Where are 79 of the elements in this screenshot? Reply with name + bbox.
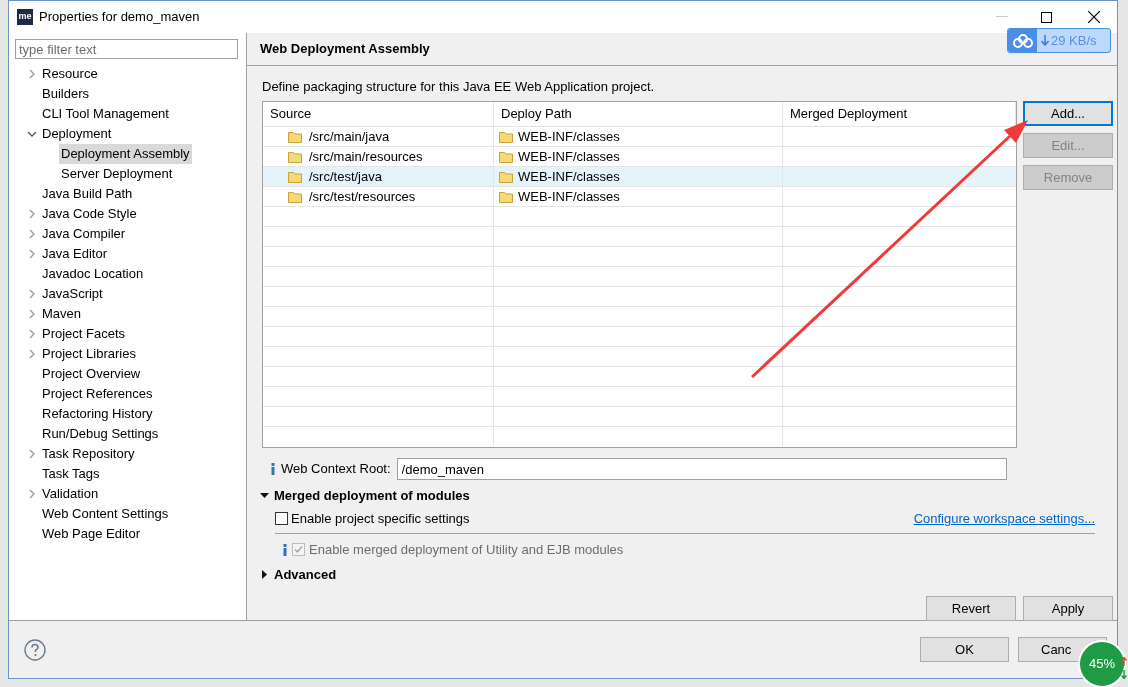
folder-icon [288,150,302,163]
tree-item[interactable]: Java Editor [40,244,110,264]
window-title: Properties for demo_maven [39,8,200,27]
tree-item[interactable]: Web Page Editor [40,524,143,544]
folder-icon [288,190,302,203]
expanded-triangle-icon[interactable] [260,491,269,501]
page-title: Web Deployment Assembly [260,40,430,59]
tree-item[interactable]: Java Build Path [40,184,135,204]
minimize-icon[interactable] [996,16,1008,18]
dialog-button[interactable]: Revert [926,596,1016,621]
table-cell-text: /src/main/resources [309,147,423,166]
tree-item[interactable]: Java Code Style [40,204,139,224]
download-speed: 29 KB/s [1051,31,1097,50]
tree-item[interactable]: Project Libraries [40,344,138,364]
tree-item[interactable]: Project Overview [40,364,143,384]
help-icon[interactable] [24,638,46,661]
download-arrow-icon [1041,35,1049,46]
app-logo: me [17,9,33,25]
checkbox-label: Enable merged deployment of Utility and EJB modules [309,541,624,559]
tree-item[interactable]: Task Repository [40,444,137,464]
column-header[interactable]: Source [263,102,494,126]
tree-item[interactable]: Validation [40,484,101,504]
tree-item[interactable]: Task Tags [40,464,102,484]
chevron-right-icon[interactable] [27,489,37,499]
dialog-button[interactable]: Apply [1023,596,1113,621]
table-cell-text: WEB-INF/classes [518,187,620,206]
tree-item[interactable]: Project References [40,384,155,404]
close-icon[interactable] [1088,11,1100,23]
info-icon [282,543,288,556]
tree-item[interactable]: Server Deployment [59,164,175,184]
dialog-button[interactable]: Add... [1023,101,1113,126]
checkbox[interactable] [275,511,288,525]
dialog-button[interactable]: OK [920,637,1009,662]
info-icon [270,463,276,475]
table-row[interactable]: /src/main/java WEB-INF/classes [263,126,1016,146]
folder-icon [288,170,302,183]
table-cell-text: WEB-INF/classes [518,147,620,166]
tree-item[interactable]: Refactoring History [40,404,155,424]
chevron-down-icon[interactable] [27,129,37,139]
table-cell-text: WEB-INF/classes [518,167,620,186]
section-title[interactable]: Merged deployment of modules [274,486,470,506]
tree-item[interactable]: Maven [40,304,84,324]
page-description: Define packaging structure for this Java EE Web Application project. [262,79,656,95]
filter-field[interactable]: type filter text [15,39,238,59]
maximize-icon[interactable] [1041,11,1052,23]
checkbox-label: Enable project specific settings [291,509,470,528]
tree-item[interactable]: CLI Tool Management [40,104,171,124]
tree-item[interactable]: Resource [40,64,100,84]
tree-item[interactable]: Deployment [40,124,114,144]
upload-arrow-icon [1121,657,1127,666]
tree-item[interactable]: Java Compiler [40,224,128,244]
table-cell-text: /src/test/resources [309,187,416,206]
context-root-field[interactable]: /demo_maven [396,458,1007,480]
tree-item[interactable]: Builders [40,84,91,104]
tree-item[interactable]: Run/Debug Settings [40,424,161,444]
folder-icon [499,150,513,163]
tree-item[interactable]: JavaScript [40,284,105,304]
tree-item[interactable]: Javadoc Location [40,264,146,284]
folder-icon [499,170,513,183]
chevron-right-icon[interactable] [27,69,37,79]
folder-icon [499,190,513,203]
folder-icon [499,130,513,143]
cloud-icon [1012,33,1033,48]
column-header[interactable]: Deploy Path [494,102,783,126]
download-arrow-icon [1121,670,1127,679]
field-label: Web Context Root: [281,460,391,479]
workspace-settings-link[interactable]: Configure workspace settings... [913,508,1095,528]
table-cell-text: /src/main/java [309,127,390,146]
tree-item[interactable]: Project Facets [40,324,128,344]
table-cell-text: WEB-INF/classes [518,127,620,146]
section-title[interactable]: Advanced [274,564,337,584]
tree-item[interactable]: Deployment Assembly [59,144,192,164]
collapsed-triangle-icon[interactable] [260,569,269,579]
folder-icon [288,130,302,143]
table-row[interactable]: /src/test/java WEB-INF/classes [263,166,1016,186]
table-cell-text: /src/test/java [309,167,382,186]
table-row[interactable]: /src/test/resources WEB-INF/classes [263,186,1016,206]
tree-item[interactable]: Web Content Settings [40,504,171,524]
chevron-right-icon[interactable] [27,449,37,459]
